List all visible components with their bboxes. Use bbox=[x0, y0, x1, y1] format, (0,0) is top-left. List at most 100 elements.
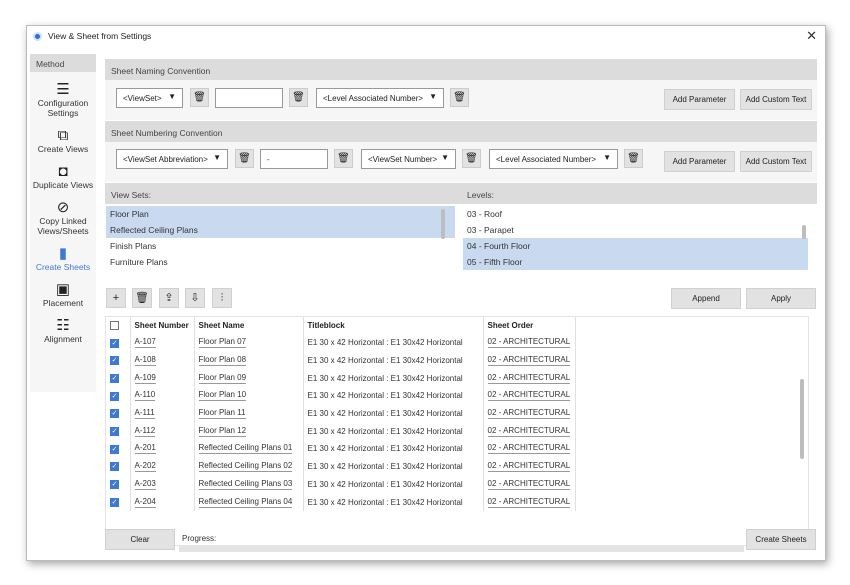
table-row[interactable]: ✓ A-203 Reflected Ceiling Plans 03 E1 30 x … bbox=[106, 475, 576, 494]
list-item[interactable]: Reflected Ceiling Plans bbox=[106, 222, 455, 238]
trash-icon[interactable]: 🗑 bbox=[450, 88, 469, 107]
column-header[interactable]: Sheet Name bbox=[194, 317, 304, 334]
sidebar-item-create-views[interactable]: ⧉ Create Views bbox=[30, 127, 96, 154]
sheet-order-cell[interactable]: 02 - ARCHITECTURAL bbox=[483, 440, 576, 458]
sheet-name-cell[interactable]: Floor Plan 09 bbox=[194, 369, 304, 388]
row-checkbox[interactable]: ✓ bbox=[110, 356, 119, 366]
row-checkbox-cell[interactable]: ✓ bbox=[106, 422, 131, 441]
table-row[interactable]: ✓ A-108 Floor Plan 08 E1 30 x 42 Horizontal… bbox=[106, 351, 576, 370]
select-all-header[interactable] bbox=[106, 317, 131, 334]
titleblock-cell[interactable]: E1 30 x 42 Horizontal : E1 30x42 Horizon… bbox=[303, 457, 484, 476]
sheet-order-cell[interactable]: 02 - ARCHITECTURAL bbox=[483, 475, 576, 494]
sidebar-item-create-sheets[interactable]: ▮ Create Sheets bbox=[30, 245, 96, 272]
trash-icon[interactable]: 🗑 bbox=[624, 149, 643, 168]
trash-icon[interactable]: 🗑 bbox=[462, 149, 481, 168]
sheet-name-cell[interactable]: Reflected Ceiling Plans 03 bbox=[194, 475, 304, 494]
export-icon[interactable]: ⇪ bbox=[159, 288, 179, 308]
add-row-button[interactable]: + bbox=[106, 288, 126, 308]
list-item[interactable]: Floor Plan bbox=[106, 206, 455, 222]
row-checkbox-cell[interactable]: ✓ bbox=[106, 493, 131, 511]
list-item[interactable]: Finish Plans bbox=[106, 238, 455, 254]
sidebar-item-alignment[interactable]: ☷ Alignment bbox=[30, 317, 96, 344]
apply-button[interactable]: Apply bbox=[746, 288, 816, 309]
titleblock-cell[interactable]: E1 30 x 42 Horizontal : E1 30x42 Horizon… bbox=[303, 334, 484, 352]
sheet-number-cell[interactable]: A-203 bbox=[130, 475, 195, 494]
sheet-number-cell[interactable]: A-201 bbox=[130, 440, 195, 458]
titleblock-cell[interactable]: E1 30 x 42 Horizontal : E1 30x42 Horizon… bbox=[303, 422, 484, 441]
sheet-number-cell[interactable]: A-107 bbox=[130, 334, 195, 352]
titleblock-cell[interactable]: E1 30 x 42 Horizontal : E1 30x42 Horizon… bbox=[303, 351, 484, 370]
scrollbar[interactable] bbox=[802, 225, 806, 239]
list-item[interactable]: 05 - Fifth Floor bbox=[463, 254, 808, 270]
row-checkbox[interactable]: ✓ bbox=[110, 391, 119, 401]
trash-icon[interactable]: 🗑 bbox=[289, 88, 308, 107]
sheet-order-cell[interactable]: 02 - ARCHITECTURAL bbox=[483, 422, 576, 441]
titleblock-cell[interactable]: E1 30 x 42 Horizontal : E1 30x42 Horizon… bbox=[303, 440, 484, 458]
numbering-viewset-number-dropdown[interactable]: <ViewSet Number> ▼ bbox=[361, 149, 456, 169]
row-checkbox-cell[interactable]: ✓ bbox=[106, 475, 131, 494]
row-checkbox-cell[interactable]: ✓ bbox=[106, 334, 131, 352]
trash-icon[interactable]: 🗑 bbox=[235, 149, 254, 168]
close-icon[interactable]: ✕ bbox=[806, 28, 817, 44]
sidebar-item-duplicate-views[interactable]: ◘ Duplicate Views bbox=[30, 163, 96, 190]
sheet-name-cell[interactable]: Reflected Ceiling Plans 04 bbox=[194, 493, 304, 511]
sheet-name-cell[interactable]: Reflected Ceiling Plans 01 bbox=[194, 440, 304, 458]
numbering-abbreviation-dropdown[interactable]: <ViewSet Abbreviation> ▼ bbox=[116, 149, 228, 169]
append-button[interactable]: Append bbox=[671, 288, 741, 309]
row-checkbox[interactable]: ✓ bbox=[110, 373, 119, 383]
naming-level-dropdown[interactable]: <Level Associated Number> ▼ bbox=[316, 88, 444, 108]
scrollbar[interactable] bbox=[441, 209, 445, 239]
sheet-number-cell[interactable]: A-204 bbox=[130, 493, 195, 511]
row-checkbox[interactable]: ✓ bbox=[110, 444, 119, 454]
sheet-order-cell[interactable]: 02 - ARCHITECTURAL bbox=[483, 351, 576, 370]
row-checkbox[interactable]: ✓ bbox=[110, 338, 119, 348]
sheet-number-cell[interactable]: A-111 bbox=[130, 404, 195, 423]
titleblock-cell[interactable]: E1 30 x 42 Horizontal : E1 30x42 Horizon… bbox=[303, 404, 484, 423]
list-item[interactable]: 03 - Roof bbox=[463, 206, 808, 222]
numbering-separator-field[interactable]: - bbox=[260, 149, 328, 169]
list-item[interactable]: 03 - Parapet bbox=[463, 222, 808, 238]
sheet-order-cell[interactable]: 02 - ARCHITECTURAL bbox=[483, 387, 576, 405]
row-checkbox-cell[interactable]: ✓ bbox=[106, 457, 131, 476]
clear-button[interactable]: Clear bbox=[105, 529, 175, 550]
sheet-name-cell[interactable]: Floor Plan 12 bbox=[194, 422, 304, 441]
list-item[interactable]: 04 - Fourth Floor bbox=[463, 238, 808, 254]
sheet-order-cell[interactable]: 02 - ARCHITECTURAL bbox=[483, 457, 576, 476]
list-item[interactable]: Furniture Plans bbox=[106, 254, 455, 270]
table-row[interactable]: ✓ A-204 Reflected Ceiling Plans 04 E1 30 x … bbox=[106, 493, 576, 511]
sidebar-item-placement[interactable]: ▣ Placement bbox=[30, 281, 96, 308]
trash-icon[interactable]: 🗑 bbox=[190, 88, 209, 107]
row-checkbox-cell[interactable]: ✓ bbox=[106, 369, 131, 388]
row-checkbox[interactable]: ✓ bbox=[110, 409, 119, 419]
sheet-number-cell[interactable]: A-109 bbox=[130, 369, 195, 388]
sheet-order-cell[interactable]: 02 - ARCHITECTURAL bbox=[483, 404, 576, 423]
table-row[interactable]: ✓ A-109 Floor Plan 09 E1 30 x 42 Horizontal… bbox=[106, 369, 576, 388]
table-row[interactable]: ✓ A-201 Reflected Ceiling Plans 01 E1 30 x … bbox=[106, 440, 576, 458]
titleblock-cell[interactable]: E1 30 x 42 Horizontal : E1 30x42 Horizon… bbox=[303, 493, 484, 511]
sheet-number-cell[interactable]: A-108 bbox=[130, 351, 195, 370]
select-all-checkbox[interactable] bbox=[110, 321, 119, 331]
numbering-level-dropdown[interactable]: <Level Associated Number> ▼ bbox=[489, 149, 618, 169]
trash-icon[interactable]: 🗑 bbox=[132, 288, 152, 308]
table-row[interactable]: ✓ A-110 Floor Plan 10 E1 30 x 42 Horizontal… bbox=[106, 387, 576, 405]
row-checkbox-cell[interactable]: ✓ bbox=[106, 404, 131, 423]
column-settings-icon[interactable]: ⫶ bbox=[212, 288, 232, 308]
sheet-number-cell[interactable]: A-112 bbox=[130, 422, 195, 441]
sidebar-item-configuration-settings[interactable]: ☰ Configuration Settings bbox=[30, 81, 96, 118]
create-sheets-button[interactable]: Create Sheets bbox=[746, 529, 816, 550]
row-checkbox-cell[interactable]: ✓ bbox=[106, 351, 131, 370]
sidebar-item-copy-linked-views[interactable]: ⊘ Copy Linked Views/Sheets bbox=[30, 199, 96, 236]
column-header[interactable]: Sheet Number bbox=[130, 317, 195, 334]
add-custom-text-button[interactable]: Add Custom Text bbox=[740, 89, 812, 110]
table-row[interactable]: ✓ A-107 Floor Plan 07 E1 30 x 42 Horizontal… bbox=[106, 334, 576, 352]
sheet-number-cell[interactable]: A-110 bbox=[130, 387, 195, 405]
row-checkbox-cell[interactable]: ✓ bbox=[106, 440, 131, 458]
scrollbar[interactable] bbox=[800, 379, 804, 459]
sheet-order-cell[interactable]: 02 - ARCHITECTURAL bbox=[483, 493, 576, 511]
row-checkbox[interactable]: ✓ bbox=[110, 497, 119, 507]
sheet-name-cell[interactable]: Reflected Ceiling Plans 02 bbox=[194, 457, 304, 476]
titleblock-cell[interactable]: E1 30 x 42 Horizontal : E1 30x42 Horizon… bbox=[303, 475, 484, 494]
titleblock-cell[interactable]: E1 30 x 42 Horizontal : E1 30x42 Horizon… bbox=[303, 387, 484, 405]
row-checkbox[interactable]: ✓ bbox=[110, 462, 119, 472]
import-icon[interactable]: ⇩ bbox=[185, 288, 205, 308]
